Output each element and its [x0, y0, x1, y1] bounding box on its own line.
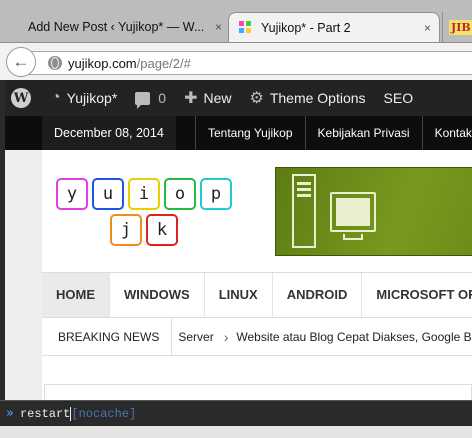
- command-input[interactable]: restart: [20, 407, 70, 421]
- menu-item-linux[interactable]: LINUX: [205, 273, 273, 317]
- top-link-tentang[interactable]: Tentang Yujikop: [195, 116, 305, 150]
- admin-site-name[interactable]: ◔ Yujikop*: [51, 89, 117, 107]
- pc-tower-icon: [292, 174, 316, 248]
- site-logo[interactable]: y u i o p j k: [56, 178, 241, 248]
- top-link-kontak[interactable]: Kontak Kami: [421, 116, 472, 150]
- back-button[interactable]: ←: [6, 47, 36, 77]
- command-bar: » restart [nocache]: [0, 400, 472, 426]
- wp-admin-bar: W ◔ Yujikop* 0 ✚ New ⚙ Theme Options SEO: [5, 80, 472, 116]
- breaking-news-bar: BREAKING NEWS Server › Website atau Blog…: [42, 317, 472, 356]
- window-bottom-edge: [0, 426, 472, 438]
- admin-comments[interactable]: 0: [135, 90, 167, 109]
- globe-icon: [48, 56, 62, 70]
- logo-letter-j: j: [110, 214, 142, 246]
- gear-icon: ⚙: [249, 90, 264, 107]
- back-arrow-icon: ←: [12, 52, 30, 71]
- browser-tab-strip: Add New Post ‹ Yujikop* — W... × Yujikop…: [0, 0, 472, 42]
- tab-add-new-post[interactable]: Add New Post ‹ Yujikop* — W... ×: [18, 12, 228, 42]
- tab-yujikop-part-2[interactable]: Yujikop* - Part 2 ×: [228, 12, 440, 42]
- top-link-kebijakan[interactable]: Kebijakan Privasi: [304, 116, 422, 150]
- dashboard-icon: ◔: [51, 89, 61, 106]
- menu-item-home[interactable]: HOME: [42, 273, 110, 317]
- wordpress-logo-icon[interactable]: W: [11, 88, 31, 108]
- admin-theme-options[interactable]: ⚙ Theme Options: [249, 88, 365, 108]
- breaking-news-label: BREAKING NEWS: [42, 317, 173, 356]
- favicon-icon: [239, 20, 253, 35]
- url-path: /page/2/#: [136, 55, 191, 71]
- command-suggestion: [nocache]: [71, 406, 137, 421]
- comments-count: 0: [158, 90, 167, 106]
- menu-item-android[interactable]: ANDROID: [273, 273, 363, 317]
- monitor-icon: [330, 192, 376, 232]
- current-date: December 08, 2014: [42, 116, 176, 150]
- navigation-bar: yujikop.com/page/2/# ←: [0, 42, 472, 80]
- breaking-news-item[interactable]: Website atau Blog Cepat Diakses, Google …: [236, 330, 472, 344]
- tab-label: Add New Post ‹ Yujikop* — W...: [28, 20, 205, 34]
- site-page: y u i o p j k HOME WINDOWS LINUX ANDROID…: [42, 150, 472, 400]
- computer-banner-image[interactable]: [275, 167, 472, 256]
- plus-icon: ✚: [184, 90, 198, 107]
- comment-bubble-icon: [135, 91, 151, 109]
- close-icon[interactable]: ×: [424, 21, 431, 35]
- tab-label: Yujikop* - Part 2: [261, 20, 351, 35]
- admin-seo[interactable]: SEO: [384, 90, 414, 106]
- logo-letter-p: p: [200, 178, 232, 210]
- url-host: yujikop.com: [68, 55, 137, 71]
- admin-new[interactable]: ✚ New: [184, 88, 231, 108]
- logo-letter-o: o: [164, 178, 196, 210]
- tab-jib[interactable]: JIB: [442, 12, 472, 42]
- logo-letter-u: u: [92, 178, 124, 210]
- menu-item-microsoft-office[interactable]: MICROSOFT OFFICE: [362, 273, 472, 317]
- breaking-news-item[interactable]: Server: [172, 330, 213, 344]
- prompt-chevron-icon: »: [6, 406, 14, 421]
- content-frame: W ◔ Yujikop* 0 ✚ New ⚙ Theme Options SEO…: [0, 80, 472, 400]
- close-icon[interactable]: ×: [215, 20, 222, 34]
- url-bar[interactable]: yujikop.com/page/2/#: [28, 51, 472, 75]
- jib-favicon-icon: JIB: [449, 19, 472, 35]
- main-menu: HOME WINDOWS LINUX ANDROID MICROSOFT OFF…: [42, 272, 472, 318]
- logo-letter-k: k: [146, 214, 178, 246]
- top-links: Tentang Yujikop Kebijakan Privasi Kontak…: [195, 116, 472, 150]
- content-box: [44, 384, 472, 400]
- logo-letter-y: y: [56, 178, 88, 210]
- monitor-stand: [343, 234, 363, 240]
- logo-letter-i: i: [128, 178, 160, 210]
- menu-item-windows[interactable]: WINDOWS: [110, 273, 205, 317]
- site-top-bar: December 08, 2014 Tentang Yujikop Kebija…: [5, 116, 472, 150]
- chevron-right-icon: ›: [223, 328, 229, 345]
